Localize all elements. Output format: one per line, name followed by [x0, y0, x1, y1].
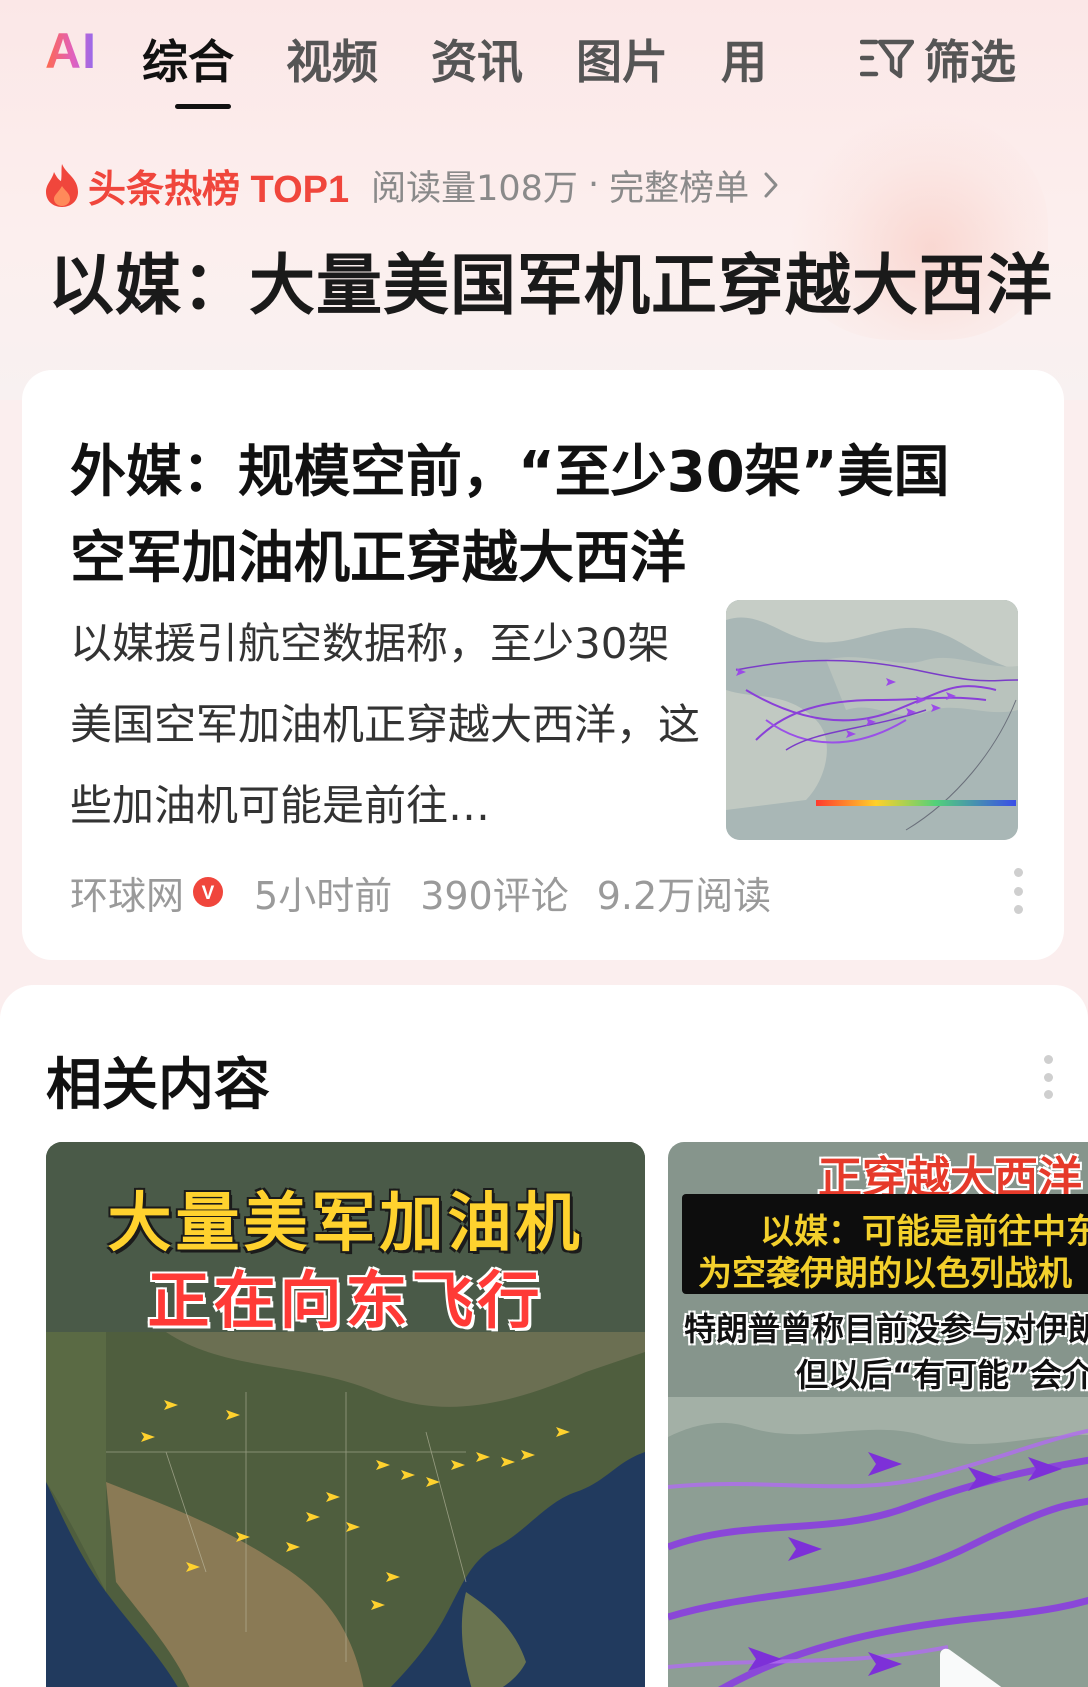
more-options-icon[interactable]	[1012, 868, 1024, 914]
related-more-icon[interactable]	[1042, 1055, 1054, 1099]
filter-button[interactable]: 筛选	[860, 26, 1016, 92]
chevron-right-icon	[764, 172, 778, 198]
filter-icon	[860, 39, 914, 79]
related-title: 相关内容	[46, 1053, 270, 1118]
article-reads: 9.2万阅读	[596, 873, 772, 918]
tab-video[interactable]: 视频	[286, 26, 378, 92]
video-caption-box: 以媒：可能是前往中东 为空袭伊朗的以色列战机	[682, 1194, 1088, 1294]
active-tab-indicator	[175, 104, 231, 109]
hot-read-count: 阅读量108万	[371, 168, 578, 209]
article-thumbnail[interactable]	[726, 600, 1018, 840]
related-section: 相关内容 大量美军加油机 正在向东飞行 正穿越大西洋 以媒：可能是前往中东 为空…	[0, 985, 1088, 1687]
hot-list-row[interactable]: 头条热榜 TOP1 阅读量108万 · 完整榜单	[44, 160, 779, 211]
filter-label: 筛选	[924, 35, 1016, 89]
video-subtitle-line: 特朗普曾称目前没参与对伊朗	[684, 1310, 1088, 1348]
play-icon[interactable]	[930, 1647, 1010, 1687]
verified-badge-icon: V	[193, 877, 224, 907]
tab-news[interactable]: 资讯	[431, 26, 523, 92]
article-time: 5小时前	[254, 873, 393, 918]
video-cover-caption: 大量美军加油机 正在向东飞行	[46, 1142, 645, 1337]
article-title[interactable]: 外媒：规模空前，“至少30架”美国空军加油机正穿越大西洋	[70, 430, 1000, 602]
north-america-map-image	[46, 1332, 645, 1687]
ai-tab[interactable]: AI	[45, 22, 97, 80]
related-video-card[interactable]: 正穿越大西洋 以媒：可能是前往中东 为空袭伊朗的以色列战机 特朗普曾称目前没参与…	[668, 1142, 1088, 1687]
article-summary: 以媒援引航空数据称，至少30架美国空军加油机正穿越大西洋，这些加油机可能是前往…	[70, 619, 701, 830]
svg-text:V: V	[202, 883, 215, 904]
article-source[interactable]: 环球网	[70, 865, 184, 920]
tab-users[interactable]: 用	[721, 26, 767, 92]
flight-path-map-image	[668, 1397, 1088, 1687]
hot-list-rank: 头条热榜 TOP1	[88, 168, 350, 211]
flight-map-image	[726, 600, 1018, 840]
search-tabs: AI 综合 视频 资讯 图片 用 筛选	[0, 0, 1088, 115]
video-caption-line: 正在向东飞行	[147, 1264, 544, 1337]
hot-headline[interactable]: 以媒：大量美国军机正穿越大西洋	[48, 232, 1053, 328]
video-caption-line: 为空袭伊朗的以色列战机	[698, 1254, 1072, 1294]
flame-icon	[46, 164, 78, 207]
video-subtitle-line: 但以后“有可能”会介	[796, 1356, 1088, 1394]
article-comments: 390评论	[420, 873, 569, 918]
article-card[interactable]: 外媒：规模空前，“至少30架”美国空军加油机正穿越大西洋 以媒援引航空数据称，至…	[22, 370, 1064, 960]
full-list-link[interactable]: 完整榜单	[609, 160, 749, 211]
article-meta: 环球网 V 5小时前 390评论 9.2万阅读	[70, 865, 772, 920]
hot-separator: ·	[587, 165, 600, 205]
tab-images[interactable]: 图片	[576, 26, 668, 92]
related-video-card[interactable]: 大量美军加油机 正在向东飞行	[46, 1142, 645, 1687]
tab-comprehensive[interactable]: 综合	[142, 26, 234, 92]
